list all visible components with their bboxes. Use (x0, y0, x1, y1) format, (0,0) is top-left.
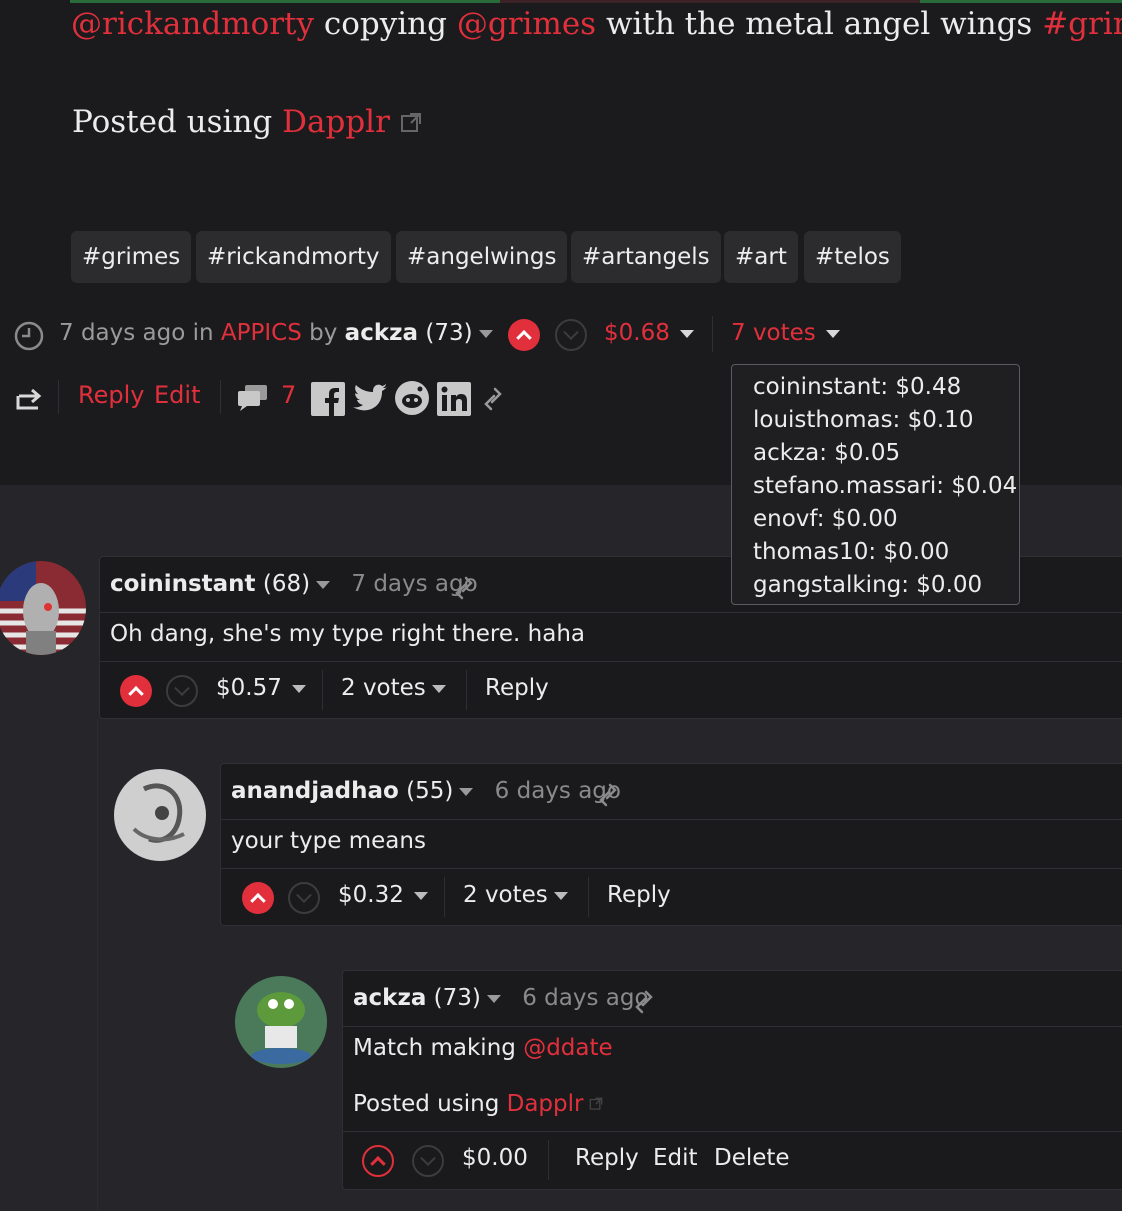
downvote-button[interactable] (412, 1145, 444, 1177)
upvote-button[interactable] (120, 675, 152, 707)
dapplr-link[interactable]: Dapplr (282, 104, 390, 140)
comment-reputation: (68) (262, 571, 311, 597)
mention-link[interactable]: @grimes (457, 6, 596, 42)
author-reputation: (73) (425, 320, 473, 346)
post-body-line: @rickandmorty copying @grimes with the m… (71, 6, 1122, 42)
author-dropdown-caret[interactable] (478, 329, 493, 338)
permalink-icon[interactable] (453, 575, 475, 601)
voter-entry: louisthomas: $0.10 (753, 407, 974, 433)
comment-reputation: (55) (406, 778, 454, 804)
tag-telos[interactable]: #telos (804, 231, 901, 283)
upvote-button[interactable] (362, 1145, 394, 1177)
avatar[interactable] (0, 561, 86, 655)
reply-link[interactable]: Reply (78, 381, 144, 409)
comment-reply-link[interactable]: Reply (575, 1145, 639, 1171)
author-dropdown-caret[interactable] (459, 787, 474, 796)
linkedin-icon[interactable] (437, 382, 471, 416)
voter-entry: gangstalking: $0.00 (753, 572, 983, 598)
mention-link[interactable]: @ddate (523, 1035, 612, 1061)
downvote-button[interactable] (288, 882, 320, 914)
clock-icon (14, 321, 44, 351)
voter-entry: thomas10: $0.00 (753, 539, 950, 565)
avatar[interactable] (235, 976, 327, 1068)
author-dropdown-caret[interactable] (486, 994, 501, 1003)
comment-payout[interactable]: $0.57 (216, 675, 306, 701)
post-payout[interactable]: $0.68 (604, 320, 694, 346)
comment-body: Oh dang, she's my type right there. haha (110, 621, 585, 647)
tag-angelwings[interactable]: #angelwings (396, 231, 568, 283)
comment-votes[interactable]: 2 votes (463, 882, 568, 908)
voter-entry: enovf: $0.00 (753, 506, 898, 532)
author-dropdown-caret[interactable] (316, 580, 331, 589)
author-link[interactable]: ackza (345, 320, 418, 346)
comment-payout[interactable]: $0.32 (338, 882, 428, 908)
comment-reputation: (73) (433, 985, 481, 1011)
comment-count[interactable]: 7 (281, 381, 296, 409)
avatar[interactable] (114, 769, 206, 861)
tag-art[interactable]: #art (724, 231, 798, 283)
comments-icon[interactable] (236, 383, 270, 411)
comment-edit-link[interactable]: Edit (653, 1145, 698, 1171)
hashtag-link[interactable]: #grimes (1042, 6, 1122, 42)
voters-tooltip: coininstant: $0.48 louisthomas: $0.10 ac… (731, 364, 1020, 605)
twitter-icon[interactable] (352, 383, 388, 413)
comment-author[interactable]: ackza (353, 985, 426, 1011)
comment-header: anandjadhao (55) 6 days ago (231, 778, 621, 804)
dapplr-link[interactable]: Dapplr (507, 1091, 584, 1117)
permalink-icon[interactable] (633, 989, 655, 1015)
tag-rickandmorty[interactable]: #rickandmorty (196, 231, 391, 283)
reblog-icon[interactable] (15, 384, 43, 412)
facebook-icon[interactable] (311, 382, 345, 416)
tag-grimes[interactable]: #grimes (71, 231, 192, 283)
votes-count[interactable]: 7 votes (731, 320, 840, 346)
comment-header: coininstant (68) 7 days ago (110, 571, 478, 597)
posted-using-line: Posted using Dapplr (353, 1091, 603, 1117)
upvote-button[interactable] (508, 319, 540, 351)
reddit-icon[interactable] (395, 381, 429, 415)
comment-votes[interactable]: 2 votes (341, 675, 446, 701)
comment-delete-link[interactable]: Delete (714, 1145, 790, 1171)
community-link[interactable]: APPICS (221, 320, 302, 346)
comment-time[interactable]: 6 days ago (522, 985, 648, 1011)
voter-entry: ackza: $0.05 (753, 440, 901, 466)
comment-reply-link[interactable]: Reply (485, 675, 549, 701)
external-link-icon (590, 1097, 603, 1110)
comment-author[interactable]: coininstant (110, 571, 256, 597)
post-meta: 7 days ago in APPICS by ackza (73) (59, 320, 493, 346)
downvote-button[interactable] (555, 319, 587, 351)
comment-reply-link[interactable]: Reply (607, 882, 671, 908)
comment-payout[interactable]: $0.00 (462, 1145, 528, 1171)
comment-body: your type means (231, 828, 426, 854)
comment-author[interactable]: anandjadhao (231, 778, 399, 804)
post-image-bottom-edge (70, 0, 1122, 3)
voter-entry: stefano.massari: $0.04 (753, 473, 1018, 499)
edit-link[interactable]: Edit (154, 381, 200, 409)
upvote-button[interactable] (242, 882, 274, 914)
permalink-icon[interactable] (482, 386, 504, 412)
downvote-button[interactable] (166, 675, 198, 707)
comment-body: Match making @ddate (353, 1035, 613, 1061)
votes-dropdown-caret[interactable] (825, 329, 840, 338)
permalink-icon[interactable] (597, 782, 619, 808)
external-link-icon (400, 113, 421, 132)
comment-header: ackza (73) 6 days ago (353, 985, 649, 1011)
tag-artangels[interactable]: #artangels (571, 231, 721, 283)
mention-link[interactable]: @rickandmorty (71, 6, 314, 42)
payout-dropdown-caret[interactable] (679, 329, 694, 338)
voter-entry: coininstant: $0.48 (753, 374, 962, 400)
posted-using-line: Posted using Dapplr (72, 104, 422, 140)
